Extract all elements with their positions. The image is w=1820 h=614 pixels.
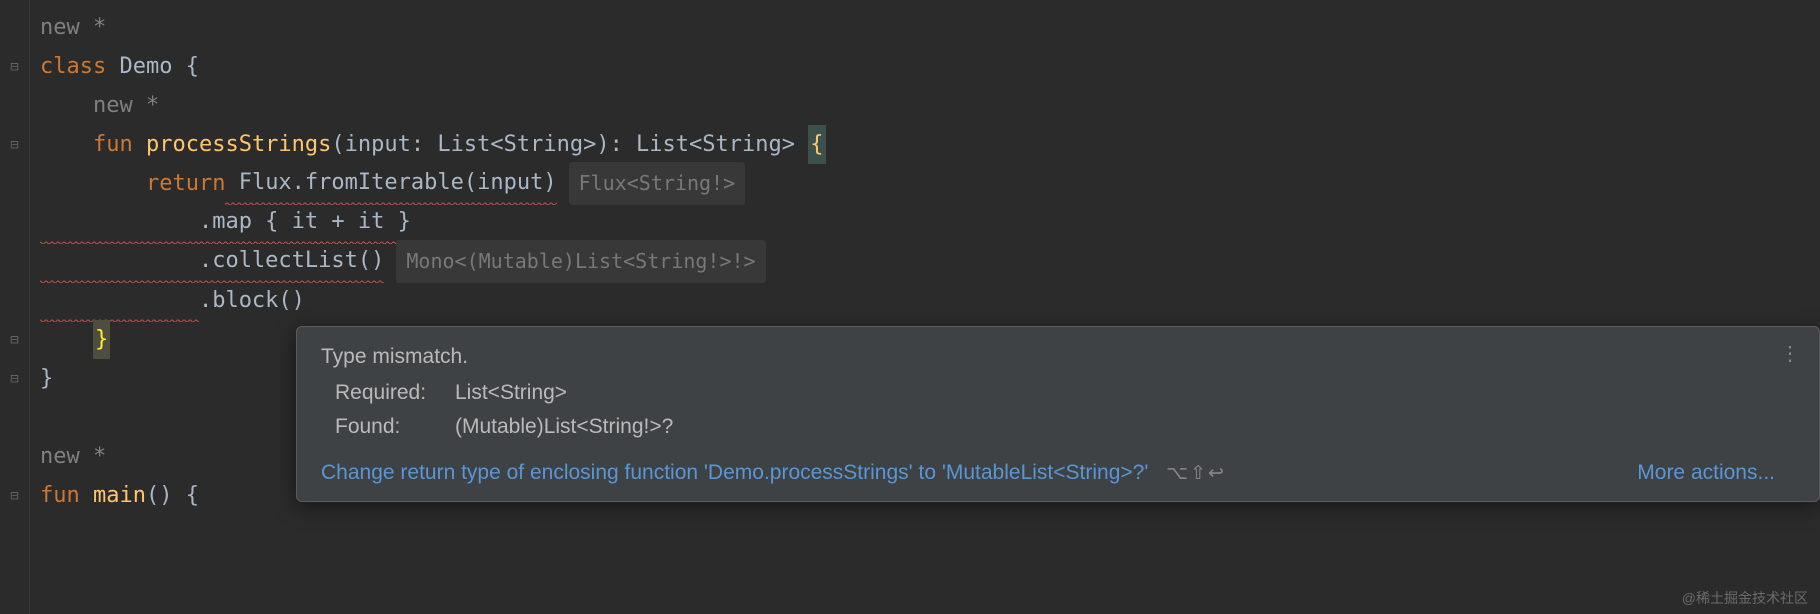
fold-minus-icon: ⊟ [9, 490, 21, 502]
error-underline: Flux.fromIterable(input) [225, 163, 556, 205]
error-tooltip: ⋮ Type mismatch. Required: List<String> … [296, 326, 1820, 502]
error-underline [40, 280, 199, 322]
keyword: return [146, 164, 225, 203]
tooltip-value: (Mutable)List<String!>? [455, 415, 673, 439]
gutter-row [0, 8, 29, 47]
gutter: ⊟ ⊟ ⊟ ⊟ ⊟ [0, 0, 30, 614]
matching-brace-open: { [808, 125, 825, 164]
fold-toggle[interactable]: ⊟ [0, 359, 29, 398]
code-line[interactable]: class Demo { [40, 47, 1820, 86]
fold-toggle[interactable]: ⊟ [0, 320, 29, 359]
tooltip-found-row: Found: (Mutable)List<String!>? [321, 415, 1795, 439]
watermark-text: @稀土掘金技术社区 [1682, 588, 1808, 608]
keyword: fun [93, 125, 133, 164]
gutter-row [0, 281, 29, 320]
tooltip-title: Type mismatch. [321, 345, 1795, 369]
inlay-hint: new * [93, 86, 159, 125]
code-line[interactable]: new * [40, 86, 1820, 125]
gutter-row [0, 398, 29, 437]
function-name: processStrings [133, 125, 332, 164]
error-underline [40, 202, 199, 244]
gutter-row [0, 242, 29, 281]
code-content[interactable]: new * class Demo { new * fun processStri… [30, 0, 1820, 614]
code-line[interactable]: new * [40, 8, 1820, 47]
tooltip-label: Found: [335, 415, 455, 439]
quickfix-link[interactable]: Change return type of enclosing function… [321, 461, 1148, 484]
inlay-hint: new * [40, 8, 106, 47]
gutter-row [0, 437, 29, 476]
tooltip-actions: Change return type of enclosing function… [321, 461, 1795, 485]
inlay-hint: new * [40, 437, 106, 476]
tooltip-required-row: Required: List<String> [321, 381, 1795, 405]
code-line[interactable]: .block() [40, 281, 1820, 320]
fold-minus-icon: ⊟ [9, 61, 21, 73]
error-underline [40, 241, 199, 283]
gutter-row [0, 203, 29, 242]
fold-minus-icon: ⊟ [9, 373, 21, 385]
tooltip-value: List<String> [455, 381, 567, 405]
fold-toggle[interactable]: ⊟ [0, 476, 29, 515]
type-hint: Flux<String!> [569, 162, 746, 205]
fold-minus-icon: ⊟ [9, 139, 21, 151]
more-actions-link[interactable]: More actions... [1637, 461, 1775, 485]
code-editor[interactable]: ⊟ ⊟ ⊟ ⊟ ⊟ new * class Demo { new * fun p… [0, 0, 1820, 614]
keyword: fun [40, 476, 80, 515]
matching-brace-close: } [93, 320, 110, 359]
kebab-menu-icon[interactable]: ⋮ [1780, 341, 1801, 366]
error-underline: .map { it + it } [199, 202, 411, 244]
function-name: main [80, 476, 146, 515]
code-line[interactable]: fun processStrings(input: List<String>):… [40, 125, 1820, 164]
shortcut-hint: ⌥⇧↩ [1166, 463, 1226, 484]
gutter-row [0, 86, 29, 125]
code-line[interactable]: .collectList() Mono<(Mutable)List<String!… [40, 242, 1820, 281]
tooltip-label: Required: [335, 381, 455, 405]
keyword: class [40, 47, 106, 86]
gutter-row [0, 164, 29, 203]
code-line[interactable]: return Flux.fromIterable(input) Flux<Stri… [40, 164, 1820, 203]
fold-toggle[interactable]: ⊟ [0, 47, 29, 86]
fold-minus-icon: ⊟ [9, 334, 21, 346]
type-hint: Mono<(Mutable)List<String!>!> [396, 240, 765, 283]
code-line[interactable]: .map { it + it } [40, 203, 1820, 242]
error-underline: .collectList() [199, 241, 384, 283]
class-name: Demo [119, 47, 172, 86]
fold-toggle[interactable]: ⊟ [0, 125, 29, 164]
